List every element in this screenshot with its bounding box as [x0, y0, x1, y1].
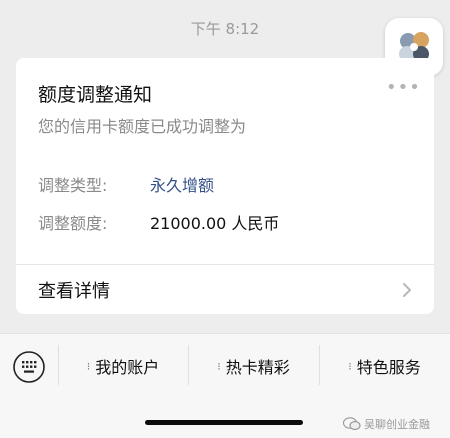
menu-item-label: 我的账户 [95, 358, 160, 377]
card-subtitle: 您的信用卡额度已成功调整为 [38, 117, 247, 136]
menu-indicator-icon: ⁝ [217, 359, 220, 373]
message-timestamp: 下午 8:12 [190, 20, 260, 38]
adjust-type-value: 永久增额 [150, 176, 215, 195]
watermark-text: 吴聊创业金融 [364, 418, 430, 431]
adjust-amount-value: 21000.00 人民币 [150, 214, 280, 233]
menu-indicator-icon: ⁝ [348, 359, 351, 373]
menu-item-label: 特色服务 [356, 358, 421, 377]
menu-indicator-icon: ⁝ [86, 359, 90, 373]
chevron-right-icon [403, 282, 411, 297]
view-details-label: 查看详情 [38, 280, 110, 302]
keyboard-icon [13, 351, 45, 383]
keyboard-toggle-button[interactable] [12, 350, 46, 384]
menu-item-hot-card[interactable]: ⁝ 热卡精彩 [188, 344, 319, 388]
card-title: 额度调整通知 [38, 84, 153, 106]
wechat-icon [343, 417, 361, 431]
more-dots-icon[interactable]: ••• [386, 79, 421, 97]
menu-item-my-account[interactable]: ⁝ 我的账户 [58, 344, 188, 388]
home-indicator [145, 420, 303, 425]
menu-item-label: 热卡精彩 [225, 358, 290, 377]
menu-item-featured-services[interactable]: ⁝ 特色服务 [319, 344, 450, 388]
adjust-amount-label: 调整额度: [38, 214, 108, 233]
watermark: 吴聊创业金融 [343, 416, 430, 432]
adjust-type-label: 调整类型: [38, 176, 108, 195]
view-details-link[interactable]: 查看详情 [16, 265, 434, 314]
